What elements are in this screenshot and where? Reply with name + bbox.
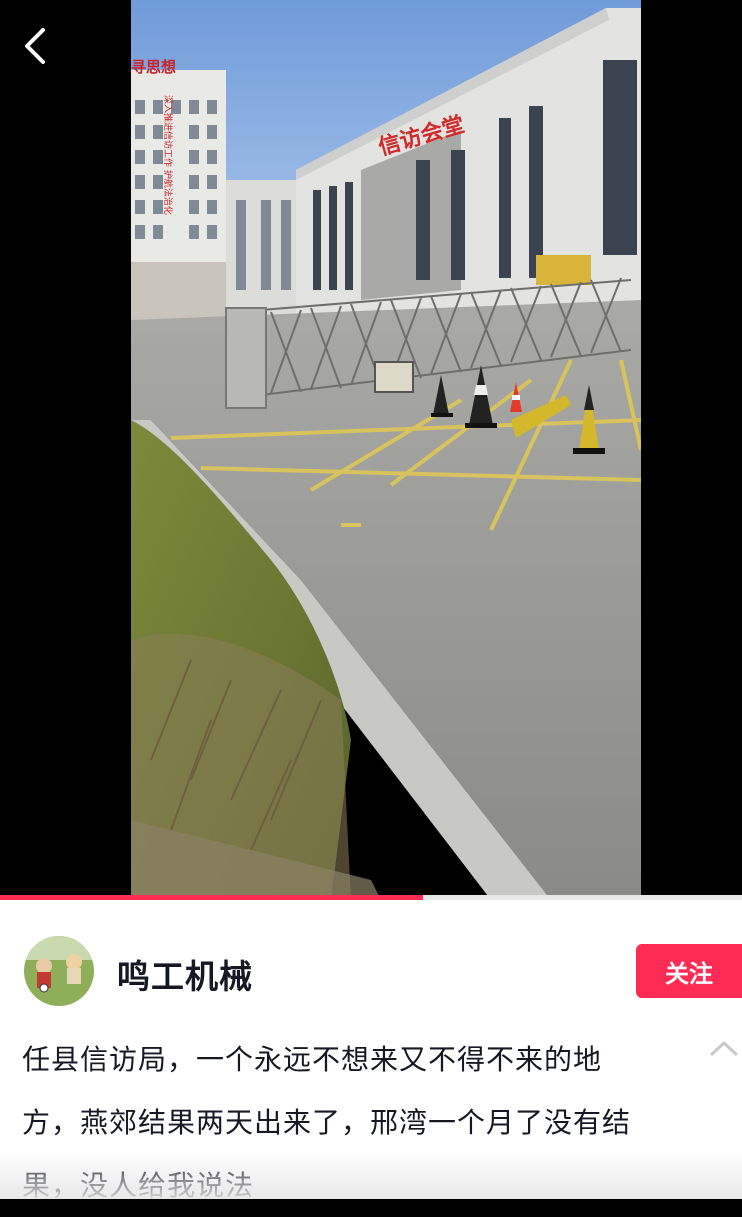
caption-line: 方，燕郊结果两天出来了，邢湾一个月了没有结 (22, 1106, 632, 1139)
svg-text:寻思想: 寻思想 (131, 58, 176, 76)
caption: 任县信访局，一个永远不想来又不得不来的地 方，燕郊结果两天出来了，邢湾一个月了没… (22, 1028, 692, 1217)
video-scene: 寻思想 深入推进信访工作 护航法治化 信访会堂 (131, 0, 641, 900)
caption-line: 任县信访局，一个永远不想来又不得不来的地 (22, 1043, 603, 1076)
caption-line: 果，没人给我说法 (22, 1169, 255, 1202)
author-name[interactable]: 鸣工机械 (117, 950, 253, 998)
chevron-up-icon (710, 1040, 738, 1060)
back-button[interactable] (14, 26, 58, 70)
avatar[interactable] (24, 936, 94, 1006)
collapse-button[interactable] (706, 1034, 742, 1066)
follow-button[interactable]: 关注 (636, 944, 742, 998)
video-player[interactable]: 寻思想 深入推进信访工作 护航法治化 信访会堂 (0, 0, 742, 900)
svg-text:深入推进信访工作 护航法治化: 深入推进信访工作 护航法治化 (162, 95, 174, 215)
video-frame: 寻思想 深入推进信访工作 护航法治化 信访会堂 (131, 0, 641, 900)
chevron-left-icon (21, 26, 51, 70)
info-panel: 鸣工机械 关注 任县信访局，一个永远不想来又不得不来的地 方，燕郊结果两天出来了… (0, 900, 742, 1202)
